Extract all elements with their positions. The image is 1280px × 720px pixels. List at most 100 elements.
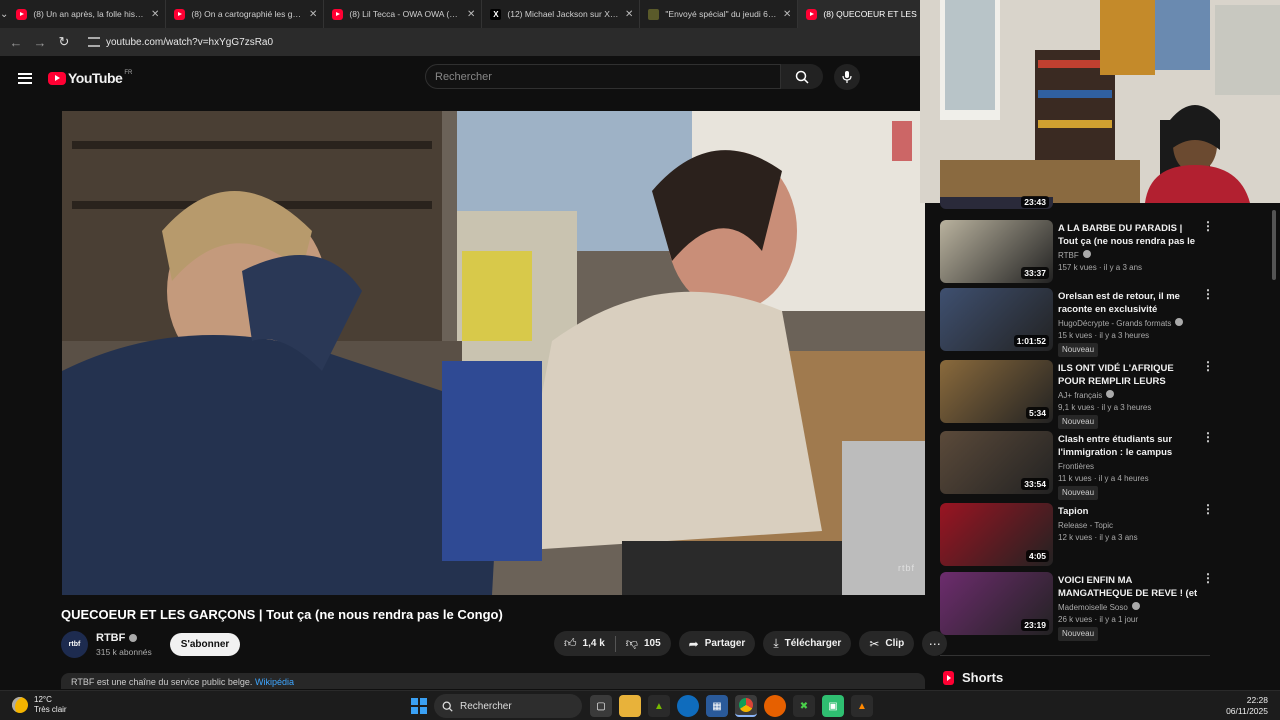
- recommendation-channel[interactable]: Release - Topic: [1058, 520, 1198, 532]
- tab-close-icon[interactable]: ✕: [309, 9, 317, 20]
- system-clock[interactable]: 22:28 06/11/2025: [1226, 695, 1268, 717]
- new-badge: Nouveau: [1058, 627, 1099, 641]
- video-thumbnail[interactable]: 23:19: [940, 572, 1053, 635]
- tab-close-icon[interactable]: ✕: [783, 9, 791, 20]
- dislike-button[interactable]: 👎︎ 105: [616, 631, 671, 656]
- recommendation-meta: 26 k vues · il y a 1 jour: [1058, 615, 1139, 624]
- recommendation-channel[interactable]: RTBF: [1058, 250, 1198, 262]
- browser-tab[interactable]: (8) Lil Tecca - OWA OWA (Offici ✕: [324, 0, 483, 28]
- temperature: 12°C: [34, 695, 52, 704]
- recommendation-channel[interactable]: AJ+ français: [1058, 390, 1198, 402]
- windows-start-icon[interactable]: [411, 698, 427, 714]
- recommendation-title[interactable]: VOICI ENFIN MA MANGATHEQUE DE REVE ! (et…: [1058, 574, 1198, 600]
- site-info-icon[interactable]: [88, 37, 100, 47]
- like-button[interactable]: 👍︎ 1,4 k: [554, 631, 615, 656]
- recommendation-title[interactable]: Clash entre étudiants sur l'immigration …: [1058, 433, 1198, 459]
- android-app-icon[interactable]: ▣: [822, 695, 844, 717]
- browser-tab[interactable]: (8) On a cartographié les group ✕: [166, 0, 325, 28]
- tab-title: "Envoyé spécial" du jeudi 6 nov: [665, 9, 777, 19]
- browser-tab[interactable]: "Envoyé spécial" du jeudi 6 nov ✕: [640, 0, 799, 28]
- voice-search-button[interactable]: [834, 64, 860, 90]
- tab-close-icon[interactable]: ✕: [151, 9, 159, 20]
- description-box[interactable]: RTBF est une chaîne du service public be…: [61, 673, 925, 689]
- recommendation-title[interactable]: Orelsan est de retour, il me raconte en …: [1058, 290, 1198, 316]
- channel-avatar[interactable]: rtbf: [61, 631, 88, 658]
- recommendation-channel[interactable]: Frontières: [1058, 461, 1198, 473]
- weather-icon: [12, 697, 28, 713]
- search-button[interactable]: [781, 64, 823, 89]
- firefox-icon[interactable]: [764, 695, 786, 717]
- more-options-icon[interactable]: ⋮: [1202, 503, 1214, 515]
- download-icon: ⤓: [773, 636, 779, 650]
- reload-icon[interactable]: ↻: [52, 34, 76, 50]
- recommendation-title[interactable]: Tapion: [1058, 505, 1198, 518]
- channel-row: rtbf RTBF 315 k abonnés S'abonner: [61, 631, 241, 658]
- file-explorer-icon[interactable]: [619, 695, 641, 717]
- tab-close-icon[interactable]: ✕: [467, 9, 475, 20]
- share-button[interactable]: ➦ Partager: [678, 631, 756, 656]
- weather-widget[interactable]: 12°C Très clair: [12, 695, 67, 715]
- tab-close-icon[interactable]: ✕: [625, 9, 633, 20]
- partial-thumbnail[interactable]: 23:43: [940, 196, 1053, 209]
- url-text: youtube.com/watch?v=hxYgG7zsRa0: [106, 36, 274, 48]
- tab-title: (8) On a cartographié les group: [191, 9, 303, 19]
- country-code: FR: [124, 70, 133, 76]
- subscribe-button[interactable]: S'abonner: [169, 633, 241, 656]
- video-thumbnail[interactable]: 5:34: [940, 360, 1053, 423]
- xbox-icon[interactable]: ✖: [793, 695, 815, 717]
- like-dislike-group: 👍︎ 1,4 k 👎︎ 105: [554, 631, 671, 656]
- recommendation-channel[interactable]: Mademoiselle Soso: [1058, 602, 1198, 614]
- recommendation-item[interactable]: 33:37 A LA BARBE DU PARADIS | Tout ça (ne…: [940, 220, 1220, 284]
- recommendation-title[interactable]: A LA BARBE DU PARADIS | Tout ça (ne nous…: [1058, 222, 1198, 248]
- tab-search-chevron-icon[interactable]: ⌄: [0, 0, 8, 28]
- recommendation-title[interactable]: ILS ONT VIDÉ L'AFRIQUE POUR REMPLIR LEUR…: [1058, 362, 1198, 388]
- recommendation-meta: 9,1 k vues · il y a 3 heures: [1058, 403, 1152, 412]
- forward-arrow-icon[interactable]: →: [28, 35, 52, 50]
- url-field[interactable]: youtube.com/watch?v=hxYgG7zsRa0: [88, 37, 273, 48]
- store-icon[interactable]: ▦: [706, 695, 728, 717]
- taskbar-search[interactable]: Rechercher: [434, 694, 582, 718]
- edge-icon[interactable]: [677, 695, 699, 717]
- description-link[interactable]: Wikipédia: [255, 677, 294, 687]
- scrollbar-thumb[interactable]: [1272, 210, 1276, 280]
- youtube-logo[interactable]: YouTube FR: [48, 70, 132, 86]
- search-input[interactable]: [435, 70, 780, 83]
- subscriber-count: 315 k abonnés: [96, 647, 152, 657]
- video-thumbnail[interactable]: 33:54: [940, 431, 1053, 494]
- video-thumbnail[interactable]: 1:01:52: [940, 288, 1053, 351]
- new-badge: Nouveau: [1058, 486, 1099, 500]
- recommendation-item[interactable]: 23:19 VOICI ENFIN MA MANGATHEQUE DE REVE …: [940, 572, 1220, 641]
- more-options-icon[interactable]: ⋮: [1202, 220, 1214, 232]
- browser-tab[interactable]: (8) Un an après, la folle histoire ✕: [8, 0, 167, 28]
- recommendation-item[interactable]: 4:05 Tapion Release - Topic 12 k vues · il …: [940, 503, 1220, 567]
- clock-time: 22:28: [1246, 695, 1268, 705]
- video-thumbnail[interactable]: 33:37: [940, 220, 1053, 283]
- recommendation-item[interactable]: 5:34 ILS ONT VIDÉ L'AFRIQUE POUR REMPLIR …: [940, 360, 1220, 429]
- browser-tab[interactable]: X (12) Michael Jackson sur X : "M ✕: [482, 0, 641, 28]
- recommendation-item[interactable]: 33:54 Clash entre étudiants sur l'immigra…: [940, 431, 1220, 500]
- chrome-icon[interactable]: [735, 695, 757, 717]
- video-title: QUECOEUR ET LES GARÇONS | Tout ça (ne no…: [61, 607, 503, 622]
- search-box: [425, 64, 781, 89]
- task-view-icon[interactable]: ▢: [590, 695, 612, 717]
- recommendation-item[interactable]: 1:01:52 Orelsan est de retour, il me raco…: [940, 288, 1220, 357]
- youtube-icon: [332, 8, 344, 20]
- video-player[interactable]: rtbf: [62, 111, 925, 595]
- vlc-icon[interactable]: ▲: [851, 695, 873, 717]
- video-frame-image: [62, 111, 925, 595]
- download-button[interactable]: ⤓ Télécharger: [763, 631, 852, 656]
- recommendation-meta: 157 k vues · il y a 3 ans: [1058, 263, 1143, 272]
- menu-icon[interactable]: [18, 72, 32, 84]
- back-arrow-icon[interactable]: ←: [4, 35, 28, 50]
- more-options-icon[interactable]: ⋮: [1202, 431, 1214, 443]
- more-options-icon[interactable]: ⋮: [1202, 572, 1214, 584]
- nvidia-icon[interactable]: ▲: [648, 695, 670, 717]
- video-thumbnail[interactable]: 4:05: [940, 503, 1053, 566]
- section-divider: [940, 655, 1210, 656]
- recommendation-channel[interactable]: HugoDécrypte - Grands formats: [1058, 318, 1198, 330]
- channel-name[interactable]: RTBF: [96, 632, 152, 644]
- youtube-icon: [806, 8, 818, 20]
- more-options-icon[interactable]: ⋮: [1202, 360, 1214, 372]
- more-options-icon[interactable]: ⋮: [1202, 288, 1214, 300]
- clip-button[interactable]: ✂ Clip: [859, 631, 915, 656]
